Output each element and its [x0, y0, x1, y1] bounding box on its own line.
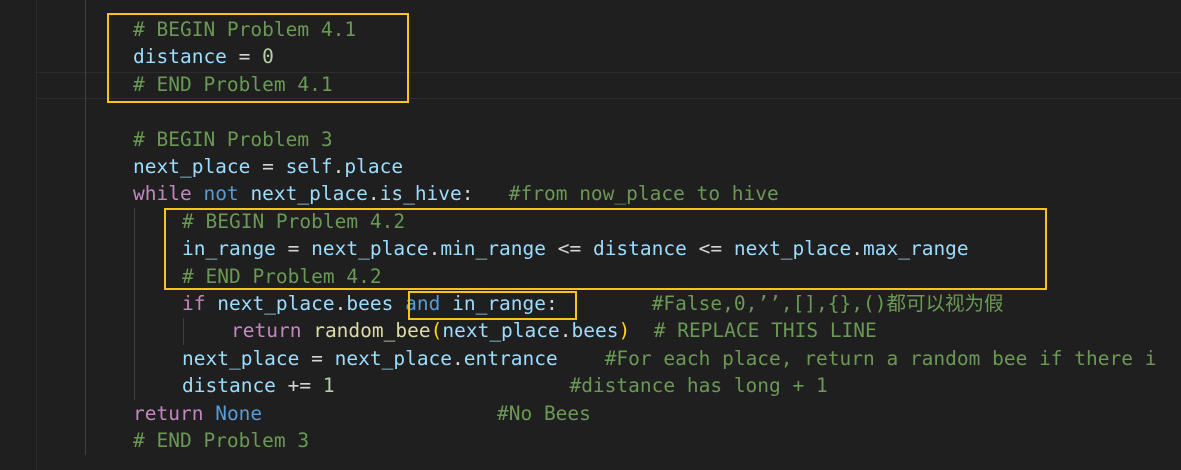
code-token: None	[215, 401, 263, 425]
code-token: next_place	[133, 155, 251, 178]
code-token: entrance	[463, 346, 558, 370]
code-token: :	[461, 182, 509, 206]
code-line[interactable]: next_place = self.place	[133, 153, 403, 180]
code-token: =	[299, 346, 335, 370]
code-line[interactable]: return None #No Bees	[133, 400, 591, 427]
code-line[interactable]: # BEGIN Problem 3	[133, 126, 333, 153]
code-token: return	[231, 319, 302, 343]
highlight-box-problem-4-1	[107, 13, 409, 103]
code-token: next_place	[182, 346, 300, 370]
gutter-border	[36, 0, 37, 470]
code-token: self	[285, 155, 333, 178]
highlight-box-problem-4-2	[164, 208, 1047, 290]
indent-guide	[183, 318, 184, 345]
indent-guide	[134, 208, 135, 400]
code-token: bees	[571, 319, 619, 343]
code-token: while	[133, 182, 192, 206]
code-token: .	[332, 155, 345, 178]
code-token: is_hive	[379, 182, 462, 206]
code-token: bees	[346, 292, 394, 315]
code-token: random_bee	[313, 319, 431, 343]
code-token: # REPLACE THIS LINE	[653, 319, 877, 343]
code-token: next_place	[442, 319, 560, 343]
code-token: .	[452, 346, 464, 370]
code-token: #False,0,’’,[],{},()都可以视为假	[651, 292, 1004, 315]
code-token: #distance has long + 1	[569, 374, 828, 398]
code-token: +=	[275, 374, 323, 398]
code-token: not	[203, 182, 239, 206]
code-token: place	[344, 155, 404, 178]
code-line[interactable]: # END Problem 3	[133, 427, 309, 454]
code-line[interactable]: distance += 1 #distance has long + 1	[182, 372, 828, 399]
code-token: .	[367, 182, 380, 206]
code-token: next_place	[250, 182, 368, 206]
code-token: if	[182, 292, 206, 315]
code-token: #For each place, return a random bee if …	[604, 346, 1157, 370]
code-token: next_place	[334, 346, 453, 370]
code-token: )	[618, 319, 631, 343]
code-token: # BEGIN Problem 3	[133, 127, 333, 151]
indent-guide	[85, 0, 86, 455]
highlight-box-and-in-range	[408, 291, 577, 320]
code-token: distance	[182, 374, 276, 398]
code-token: =	[250, 155, 286, 178]
code-line[interactable]: return random_bee(next_place.bees) # REP…	[231, 317, 877, 344]
code-token: # END Problem 3	[133, 429, 310, 452]
code-token: (	[430, 319, 443, 343]
code-token: return	[133, 401, 204, 425]
code-token: 1	[322, 374, 335, 398]
code-token: .	[559, 319, 572, 343]
code-token: .	[334, 292, 347, 315]
code-editor[interactable]: # BEGIN Problem 4.1 distance = 0 # END Pro…	[0, 0, 1181, 470]
code-line[interactable]: if next_place.bees and in_range: #False,…	[182, 290, 1004, 317]
code-line[interactable]: while not next_place.is_hive: #from now_…	[133, 180, 779, 207]
code-token: #No Bees	[496, 401, 591, 425]
code-token: next_place	[217, 292, 335, 315]
code-token: #from now_place to hive	[508, 182, 779, 206]
code-line[interactable]: next_place = next_place.entrance #For ea…	[182, 345, 1156, 372]
